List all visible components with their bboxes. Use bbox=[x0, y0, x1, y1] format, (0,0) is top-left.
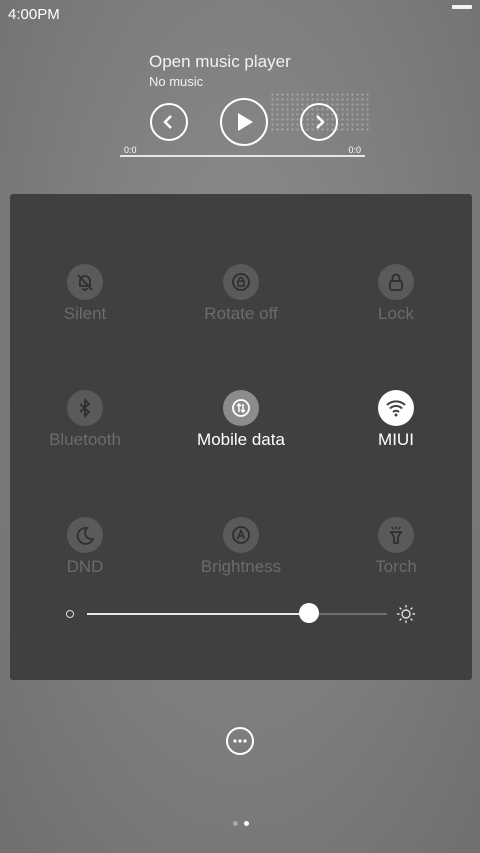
tile-lock[interactable]: Lock bbox=[321, 264, 471, 324]
page-dot bbox=[244, 821, 249, 826]
flashlight-icon bbox=[378, 517, 414, 553]
tile-brightness[interactable]: Brightness bbox=[166, 517, 316, 577]
tile-torch[interactable]: Torch bbox=[321, 517, 471, 577]
tile-bluetooth[interactable]: Bluetooth bbox=[10, 390, 160, 450]
brightness-high-icon bbox=[397, 605, 415, 623]
brightness-low-icon bbox=[66, 610, 74, 618]
bluetooth-icon bbox=[67, 390, 103, 426]
tile-label: Mobile data bbox=[197, 430, 285, 449]
more-dots-icon bbox=[233, 739, 247, 743]
brightness-slider[interactable] bbox=[10, 596, 472, 632]
music-subtitle: No music bbox=[149, 74, 204, 89]
tile-label: Bluetooth bbox=[49, 430, 121, 449]
auto-brightness-icon bbox=[223, 517, 259, 553]
more-button[interactable] bbox=[226, 727, 254, 755]
bell-off-icon bbox=[67, 264, 103, 300]
tile-mobile-data[interactable]: Mobile data bbox=[166, 390, 316, 450]
rotate-lock-icon bbox=[223, 264, 259, 300]
mobile-data-icon bbox=[223, 390, 259, 426]
music-progress-bar[interactable] bbox=[120, 155, 365, 157]
music-title[interactable]: Open music player bbox=[149, 52, 291, 72]
page-indicator bbox=[230, 813, 252, 831]
chevron-right-icon bbox=[316, 115, 325, 129]
brightness-knob[interactable] bbox=[299, 603, 319, 623]
tile-dnd[interactable]: DND bbox=[10, 517, 160, 577]
next-button[interactable] bbox=[300, 103, 338, 141]
elapsed-time: 0:0 bbox=[124, 145, 137, 155]
tile-label: Torch bbox=[375, 557, 417, 576]
lock-icon bbox=[378, 264, 414, 300]
tile-label: Silent bbox=[63, 304, 107, 323]
chevron-left-icon bbox=[163, 115, 172, 129]
brightness-fill bbox=[87, 613, 309, 615]
total-time: 0:0 bbox=[348, 145, 361, 155]
play-button[interactable] bbox=[220, 98, 268, 146]
previous-button[interactable] bbox=[150, 103, 188, 141]
page-dot bbox=[233, 821, 238, 826]
tile-label: Rotate off bbox=[204, 304, 278, 323]
music-widget: Open music player No music 0:0 0:0 bbox=[120, 50, 370, 160]
tile-rotate[interactable]: Rotate off bbox=[166, 264, 316, 324]
tile-label: MIUI bbox=[378, 430, 414, 449]
tile-silent[interactable]: Silent bbox=[10, 264, 160, 324]
status-time: 4:00PM bbox=[8, 6, 60, 23]
play-icon bbox=[238, 113, 253, 131]
wifi-icon bbox=[378, 390, 414, 426]
tile-label: Lock bbox=[378, 304, 414, 323]
notification-handle-icon bbox=[452, 5, 472, 9]
moon-icon bbox=[67, 517, 103, 553]
tile-label: Brightness bbox=[200, 557, 282, 576]
tile-wifi[interactable]: MIUI bbox=[321, 390, 471, 450]
tile-label: DND bbox=[66, 557, 104, 576]
brightness-track[interactable] bbox=[87, 613, 387, 615]
